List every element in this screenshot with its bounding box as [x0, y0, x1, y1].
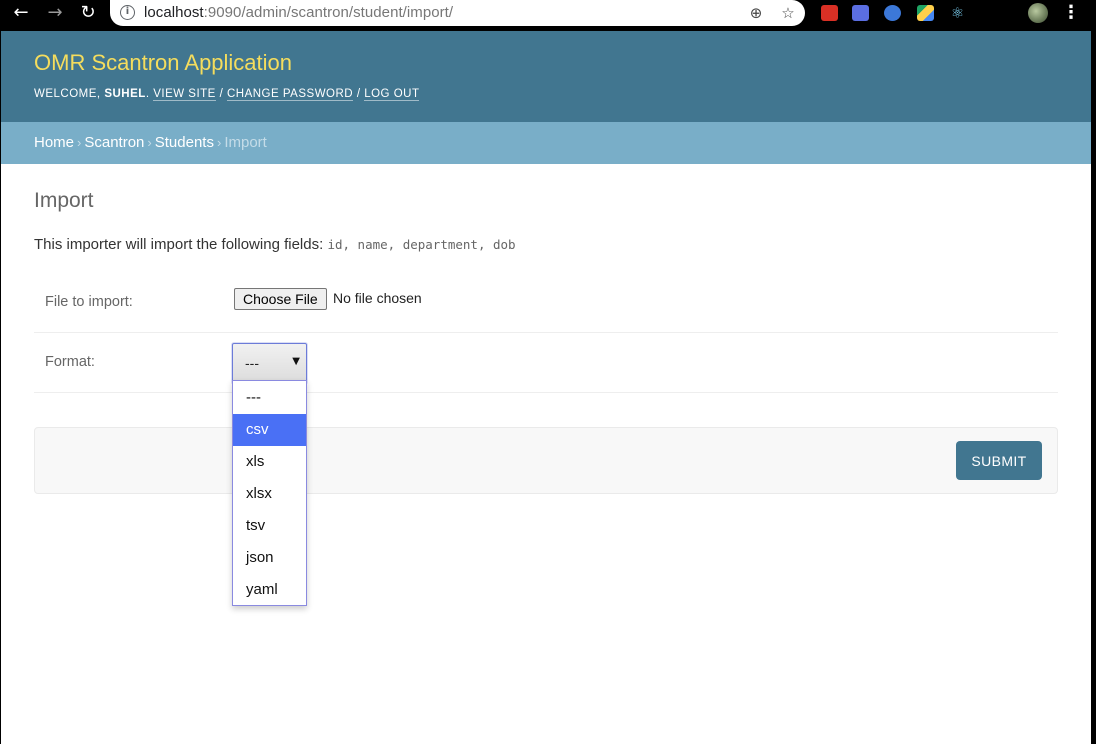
reload-icon[interactable]: ↻	[77, 2, 99, 24]
format-label: Format:	[45, 354, 95, 370]
star-icon[interactable]: ☆	[778, 3, 798, 23]
admin-page: OMR Scantron Application WELCOME, SUHEL.…	[1, 31, 1091, 744]
breadcrumb-students[interactable]: Students	[155, 134, 214, 151]
window-edge	[1091, 31, 1096, 744]
back-arrow-icon[interactable]: ←	[10, 2, 32, 24]
gmail-extension-icon[interactable]	[821, 5, 838, 21]
fields-list: id, name, department, dob	[327, 237, 516, 252]
url-text[interactable]: localhost:9090/admin/scantron/student/im…	[144, 4, 453, 21]
file-label: File to import:	[45, 294, 133, 310]
format-option[interactable]: xls	[233, 446, 306, 478]
react-extension-icon[interactable]: ⚛	[949, 5, 966, 21]
file-row: File to import: Choose File No file chos…	[34, 273, 1058, 333]
zoom-icon[interactable]: ⊕	[746, 3, 766, 23]
address-bar[interactable]: i localhost:9090/admin/scantron/student/…	[110, 0, 805, 26]
no-file-text: No file chosen	[333, 290, 422, 306]
browser-toolbar: ← → ↻ i localhost:9090/admin/scantron/st…	[0, 0, 1096, 26]
info-icon[interactable]: i	[120, 5, 135, 20]
breadcrumb: Home › Scantron › Students › Import	[1, 122, 1091, 164]
username: SUHEL	[104, 88, 146, 100]
format-option[interactable]: tsv	[233, 510, 306, 542]
submit-row: SUBMIT	[34, 427, 1058, 494]
forward-arrow-icon[interactable]: →	[44, 2, 66, 24]
dropdown-arrow-icon: ▼	[292, 356, 300, 367]
bank-extension-icon[interactable]	[884, 5, 901, 21]
change-password-link[interactable]: CHANGE PASSWORD	[226, 88, 354, 101]
submit-button[interactable]: SUBMIT	[956, 441, 1042, 480]
format-option[interactable]: ---	[233, 382, 306, 414]
page-title: Import	[34, 189, 94, 212]
format-option[interactable]: yaml	[233, 574, 306, 606]
format-option[interactable]: xlsx	[233, 478, 306, 510]
profile-avatar[interactable]	[1028, 3, 1048, 23]
breadcrumb-home[interactable]: Home	[34, 134, 74, 151]
format-option[interactable]: csv	[233, 414, 306, 446]
format-option[interactable]: json	[233, 542, 306, 574]
drive-extension-icon[interactable]	[917, 5, 934, 21]
user-tools: WELCOME, SUHEL. VIEW SITE / CHANGE PASSW…	[34, 88, 420, 101]
content: Import This importer will import the fol…	[1, 164, 1091, 494]
choose-file-button[interactable]: Choose File	[234, 288, 327, 310]
format-row: Format: --- ▼	[34, 333, 1058, 393]
site-header: OMR Scantron Application WELCOME, SUHEL.…	[1, 31, 1091, 122]
camera-extension-icon[interactable]	[852, 5, 869, 21]
log-out-link[interactable]: LOG OUT	[364, 88, 420, 101]
format-select[interactable]: --- ▼	[232, 343, 307, 384]
site-title[interactable]: OMR Scantron Application	[34, 49, 1058, 77]
intro-text: This importer will import the following …	[34, 236, 516, 253]
three-dots-icon[interactable]: ⋮	[1062, 2, 1080, 24]
breadcrumb-scantron[interactable]: Scantron	[84, 134, 144, 151]
view-site-link[interactable]: VIEW SITE	[153, 88, 216, 101]
format-dropdown-list: --- csv xls xlsx tsv json yaml	[232, 380, 307, 606]
format-selected-value: ---	[245, 355, 259, 371]
breadcrumb-current: Import	[224, 134, 267, 151]
